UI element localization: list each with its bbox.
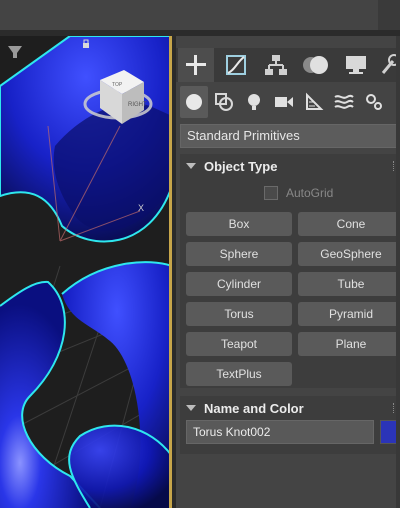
perspective-viewport[interactable]: X RIGHT TOP	[0, 36, 172, 508]
spacewarps-icon	[334, 94, 354, 109]
checkbox-box	[264, 186, 278, 200]
plane-button[interactable]: Plane	[298, 332, 400, 356]
pyramid-button[interactable]: Pyramid	[298, 302, 400, 326]
command-panel-tabs	[176, 48, 400, 82]
cameras-icon	[275, 97, 293, 107]
cameras-tab[interactable]	[270, 86, 298, 118]
torus-button[interactable]: Torus	[186, 302, 292, 326]
object-type-title: Object Type	[204, 158, 278, 174]
create-icon	[186, 55, 206, 75]
collapse-triangle-icon	[186, 405, 196, 411]
collapse-triangle-icon	[186, 163, 196, 169]
shapes-tab[interactable]	[210, 86, 238, 118]
spacewarps-tab[interactable]	[330, 86, 358, 118]
svg-text:RIGHT: RIGHT	[128, 102, 147, 108]
toolbar-overflow	[378, 0, 400, 30]
cylinder-button[interactable]: Cylinder	[186, 272, 292, 296]
object-category-tabs	[176, 86, 400, 118]
autogrid-checkbox[interactable]: AutoGrid	[264, 184, 333, 202]
helpers-tab[interactable]	[300, 86, 328, 118]
svg-text:TOP: TOP	[112, 82, 123, 88]
lights-tab[interactable]	[240, 86, 268, 118]
name-and-color-rollout: Name and Color Torus Knot002	[180, 396, 400, 454]
object-name-input[interactable]: Torus Knot002	[186, 420, 374, 444]
modify-tab[interactable]	[218, 48, 254, 82]
name-and-color-header[interactable]: Name and Color	[180, 396, 400, 420]
autogrid-label: AutoGrid	[286, 186, 334, 200]
geometry-icon	[186, 94, 202, 110]
motion-tab[interactable]	[298, 48, 334, 82]
textplus-button[interactable]: TextPlus	[186, 362, 292, 386]
object-type-rollout: Object Type AutoGrid Box Cone Sphere Geo…	[180, 154, 400, 388]
command-panel: Standard Primitives Object Type AutoGrid…	[176, 36, 400, 508]
motion-icon	[303, 56, 328, 74]
geosphere-button[interactable]: GeoSphere	[298, 242, 400, 266]
viewport-active-border	[169, 36, 172, 508]
shapes-icon	[215, 93, 233, 111]
modify-icon	[226, 55, 246, 75]
object-type-header[interactable]: Object Type	[180, 154, 400, 178]
hierarchy-icon	[265, 55, 287, 75]
panel-scrollbar[interactable]	[396, 36, 400, 508]
tube-button[interactable]: Tube	[298, 272, 400, 296]
geometry-tab[interactable]	[180, 86, 208, 118]
display-icon	[346, 56, 366, 74]
viewport-scene: X RIGHT TOP	[0, 36, 172, 508]
hierarchy-tab[interactable]	[258, 48, 294, 82]
sphere-button[interactable]: Sphere	[186, 242, 292, 266]
teapot-button[interactable]: Teapot	[186, 332, 292, 356]
display-tab[interactable]	[338, 48, 374, 82]
box-button[interactable]: Box	[186, 212, 292, 236]
name-and-color-title: Name and Color	[204, 400, 304, 416]
lights-icon	[248, 94, 260, 110]
top-toolbar	[0, 0, 400, 30]
svg-text:X: X	[138, 203, 144, 213]
systems-tab[interactable]	[360, 86, 388, 118]
systems-icon	[366, 94, 382, 110]
create-tab[interactable]	[178, 48, 214, 82]
cone-button[interactable]: Cone	[298, 212, 400, 236]
primitive-type-dropdown[interactable]: Standard Primitives	[180, 124, 400, 148]
helpers-icon	[306, 92, 324, 110]
